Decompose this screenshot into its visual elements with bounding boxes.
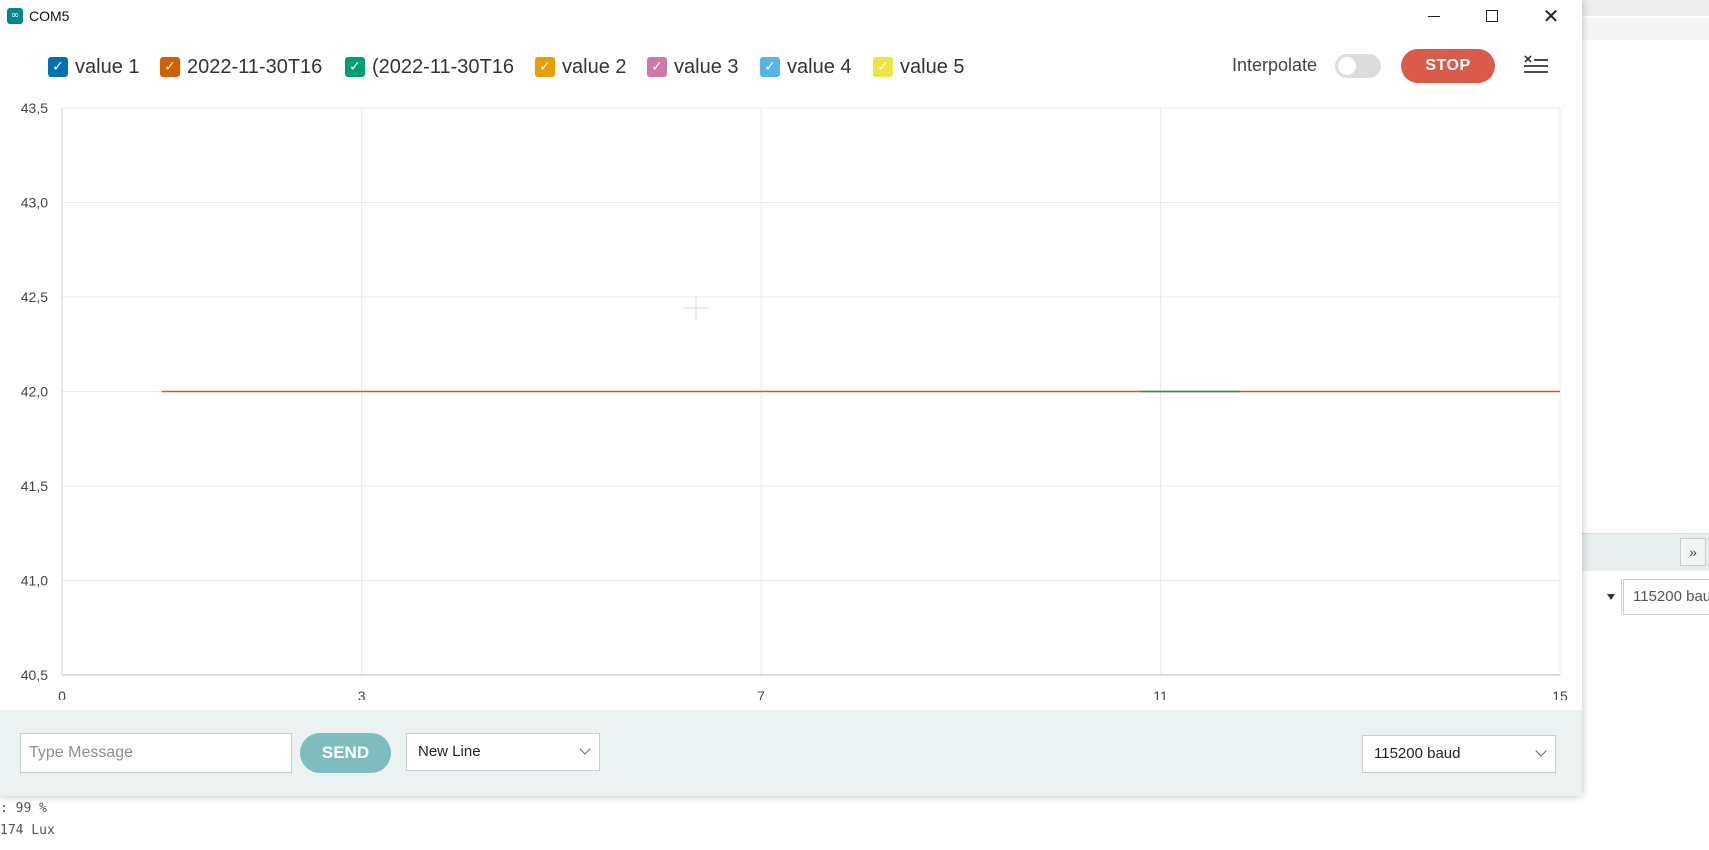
legend-label: value 4 [787,55,852,78]
legend-item-value-4[interactable]: ✓ value 4 [760,52,852,82]
interpolate-label: Interpolate [1232,55,1318,75]
window-title: COM5 [29,8,70,24]
background-baud-value: 115200 baud [1633,588,1709,605]
serial-output-line: 174 Lux [0,823,55,838]
y-tick-label: 43,5 [21,100,48,116]
legend-item-value-5[interactable]: ✓ value 5 [873,52,965,82]
y-tick-label: 41,5 [21,478,48,494]
background-tab-strip [1580,0,1709,16]
serial-plotter-window: ∞ COM5 ✕ ✓ value 1 ✓ 2022-11-30T16 ✓ (20… [0,0,1582,796]
send-button[interactable]: SEND [300,733,391,773]
title-bar[interactable]: ∞ COM5 ✕ [0,0,1582,32]
stop-button[interactable]: STOP [1401,49,1495,83]
y-tick-label: 42,5 [21,289,48,305]
maximize-icon [1486,10,1498,22]
y-tick-label: 42,0 [21,384,48,400]
maximize-button[interactable] [1463,0,1521,32]
chevron-down-icon [579,743,591,755]
checkbox-checked-icon[interactable]: ✓ [873,57,893,77]
legend-item-timestamp-paren[interactable]: ✓ (2022-11-30T16 [345,52,514,82]
x-tick-label: 11 [1153,688,1168,700]
checkbox-checked-icon[interactable]: ✓ [647,57,667,77]
line-ending-select[interactable]: New Line [406,733,600,771]
double-chevron-down-icon: » [1689,544,1697,560]
y-tick-label: 43,0 [21,195,48,211]
x-tick-label: 3 [358,688,366,700]
arduino-infinity-icon: ∞ [7,8,23,24]
legend-label: value 2 [562,55,627,78]
legend-item-value-1[interactable]: ✓ value 1 [48,52,140,82]
checkbox-checked-icon[interactable]: ✓ [48,57,68,77]
message-input[interactable] [20,733,292,773]
serial-output-line: : 99 % [0,801,47,816]
legend-label: 2022-11-30T16 [187,55,323,78]
toggle-knob [1338,57,1356,75]
close-button[interactable]: ✕ [1522,0,1580,32]
message-bar: SEND New Line 115200 baud [0,710,1582,796]
legend-label: (2022-11-30T16 [372,55,514,78]
legend-item-value-3[interactable]: ✓ value 3 [647,52,739,82]
legend-label: value 3 [674,55,739,78]
chevron-down-icon [1535,745,1547,757]
legend-item-timestamp[interactable]: ✓ 2022-11-30T16 [160,52,322,82]
line-ending-value: New Line [418,743,481,760]
clear-list-icon [1524,55,1548,73]
x-tick-label: 15 [1552,688,1568,700]
x-tick-label: 7 [757,688,765,700]
checkbox-checked-icon[interactable]: ✓ [345,57,365,77]
x-tick-label: 0 [58,688,66,700]
background-toolbar-strip [1580,18,1709,40]
baud-rate-select[interactable]: 115200 baud [1362,735,1556,773]
minimize-icon [1428,15,1440,17]
checkbox-checked-icon[interactable]: ✓ [535,57,555,77]
legend-label: value 1 [75,55,140,78]
interpolate-toggle[interactable] [1335,54,1381,78]
collapse-panel-button[interactable]: » [1680,538,1706,566]
y-tick-label: 41,0 [21,573,48,589]
minimize-button[interactable] [1405,0,1463,32]
checkbox-checked-icon[interactable]: ✓ [160,57,180,77]
close-icon: ✕ [1542,4,1560,28]
legend-item-value-2[interactable]: ✓ value 2 [535,52,627,82]
background-serial-output: : 99 % 174 Lux [0,798,200,842]
baud-rate-value: 115200 baud [1374,745,1461,762]
plot-chart[interactable]: 43,5 43,0 42,5 42,0 41,5 41,0 40,5 0 3 7 11 15 [0,95,1582,700]
caret-down-icon [1607,594,1615,600]
y-tick-label: 40,5 [21,667,48,683]
legend-label: value 5 [900,55,965,78]
checkbox-checked-icon[interactable]: ✓ [760,57,780,77]
clear-plot-button[interactable] [1520,52,1552,80]
background-baud-select[interactable]: 115200 baud [1623,579,1709,615]
